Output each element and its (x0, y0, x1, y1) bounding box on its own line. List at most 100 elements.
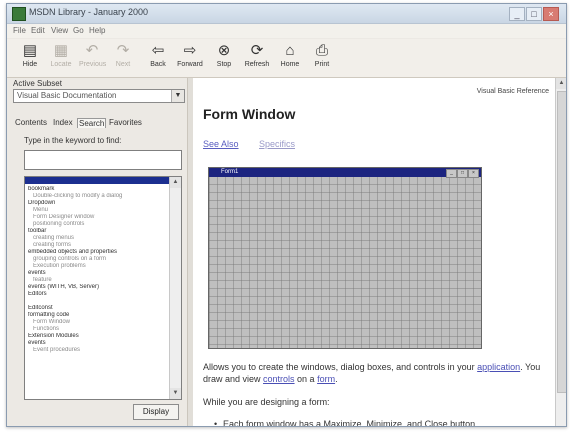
print-label: Print (314, 61, 330, 68)
list-item[interactable]: embedded objects and properties (28, 249, 168, 256)
menu-help[interactable]: Help (89, 26, 105, 35)
menu-file[interactable]: File (13, 26, 26, 35)
keyword-input[interactable] (24, 150, 182, 170)
navigation-pane: Active Subset Visual Basic Documentation… (7, 78, 187, 426)
selected-index-entry[interactable] (25, 177, 169, 184)
list-item[interactable]: Event procedures (28, 347, 168, 354)
topic-header: Visual Basic Reference (476, 88, 549, 95)
scroll-thumb[interactable] (557, 91, 566, 393)
index-list[interactable]: bookmark Double-clicking to modify a dial… (24, 176, 182, 400)
menu-go[interactable]: Go (73, 26, 84, 35)
print-icon: ⎙ (315, 42, 328, 59)
maximize-button[interactable]: □ (526, 7, 542, 21)
topic-pane: Visual Basic Reference Form Window See A… (193, 78, 555, 426)
para1-text-4: . (335, 374, 338, 384)
back-icon: ⇦ (151, 42, 165, 59)
back-button[interactable]: ⇦ Back (145, 42, 171, 74)
see-also-link[interactable]: See Also (203, 139, 239, 149)
previous-icon: ↶ (85, 42, 99, 59)
active-subset-value: Visual Basic Documentation (17, 91, 117, 100)
menu-edit[interactable]: Edit (31, 26, 45, 35)
list-item[interactable]: toolbar (28, 228, 168, 235)
stop-button[interactable]: ⊗ Stop (211, 42, 237, 74)
scroll-up-icon[interactable]: ▲ (170, 177, 181, 188)
refresh-label: Refresh (244, 61, 270, 68)
list-item[interactable]: positioning controls (28, 221, 168, 228)
application-link[interactable]: application (477, 362, 520, 372)
forward-icon: ⇨ (183, 42, 197, 59)
list-item[interactable]: Double-clicking to modify a dialog (28, 193, 168, 200)
forward-button[interactable]: ⇨ Forward (177, 42, 203, 74)
list-item[interactable]: formatting code (28, 312, 168, 319)
list-item[interactable]: bookmark (28, 186, 168, 193)
form-minimize-icon: _ (446, 169, 457, 178)
para1-text-1: Allows you to create the windows, dialog… (203, 362, 478, 372)
next-icon: ↷ (116, 42, 130, 59)
display-button[interactable]: Display (133, 404, 179, 420)
para1-text-3: on a (294, 374, 318, 384)
back-label: Back (150, 61, 166, 68)
list-item[interactable]: grouping controls on a form (28, 256, 168, 263)
list-item[interactable]: feature (28, 277, 168, 284)
stop-label: Stop (216, 61, 232, 68)
scroll-down-icon[interactable]: ▼ (170, 388, 181, 399)
hide-icon: ▤ (22, 42, 38, 59)
list-item[interactable]: Dropdown (28, 200, 168, 207)
topic-paragraph-2: While you are designing a form: (203, 397, 330, 407)
topic-scrollbar[interactable]: ▲ (555, 78, 566, 426)
tab-contents[interactable]: Contents (15, 118, 47, 127)
list-item[interactable] (28, 298, 168, 305)
list-item[interactable]: Form Designer window (28, 214, 168, 221)
locate-button[interactable]: ▦ Locate (48, 42, 74, 74)
close-button[interactable]: × (543, 7, 559, 21)
list-item[interactable]: Form Window (28, 319, 168, 326)
topic-paragraph-1: Allows you to create the windows, dialog… (203, 361, 545, 385)
list-item[interactable]: Editors (28, 291, 168, 298)
tab-search[interactable]: Search (77, 118, 107, 128)
form-link[interactable]: form (317, 374, 335, 384)
toolbar: ▤ Hide ▦ Locate ↶ Previous ↷ Next ⇦ Back… (7, 39, 566, 78)
list-item[interactable]: creating menus (28, 235, 168, 242)
form-title-bar: Form1 _ □ × (209, 168, 481, 178)
list-item[interactable]: events (28, 270, 168, 277)
index-entries: bookmark Double-clicking to modify a dial… (28, 186, 168, 354)
specifics-link[interactable]: Specifics (259, 139, 295, 149)
window-title: MSDN Library - January 2000 (29, 7, 149, 17)
index-scrollbar[interactable]: ▲ ▼ (169, 177, 181, 399)
menu-view[interactable]: View (51, 26, 68, 35)
list-item[interactable]: creating forms (28, 242, 168, 249)
locate-label: Locate (50, 61, 72, 68)
list-item[interactable]: events (WITH, VB, Server) (28, 284, 168, 291)
form-caption: Form1 (221, 169, 239, 175)
list-item[interactable]: events (28, 340, 168, 347)
list-item[interactable]: Editconst (28, 305, 168, 312)
refresh-button[interactable]: ⟳ Refresh (244, 42, 270, 74)
list-item[interactable]: Extension Modules (28, 333, 168, 340)
refresh-icon: ⟳ (250, 42, 264, 59)
form-window-illustration: Form1 _ □ × (208, 167, 482, 349)
msdn-library-window: MSDN Library - January 2000 _ □ × File E… (6, 3, 567, 427)
minimize-button[interactable]: _ (509, 7, 525, 21)
topic-bullet-1: Each form window has a Maximize, Minimiz… (214, 418, 543, 426)
home-label: Home (280, 61, 300, 68)
hide-button[interactable]: ▤ Hide (17, 42, 43, 74)
list-item[interactable]: Menu (28, 207, 168, 214)
previous-button[interactable]: ↶ Previous (79, 42, 106, 74)
home-button[interactable]: ⌂ Home (277, 42, 303, 74)
scroll-up-icon[interactable]: ▲ (556, 78, 566, 89)
tab-index[interactable]: Index (53, 118, 73, 127)
home-icon: ⌂ (285, 42, 295, 59)
form-close-icon: × (468, 169, 479, 178)
next-button[interactable]: ↷ Next (110, 42, 136, 74)
title-bar: MSDN Library - January 2000 _ □ × (7, 4, 566, 24)
print-button[interactable]: ⎙ Print (309, 42, 335, 74)
controls-link[interactable]: controls (263, 374, 295, 384)
tab-favorites[interactable]: Favorites (109, 118, 142, 127)
active-subset-dropdown[interactable]: Visual Basic Documentation ▼ (13, 89, 185, 103)
chevron-down-icon[interactable]: ▼ (171, 90, 184, 102)
list-item[interactable]: Execution problems (28, 263, 168, 270)
list-item[interactable]: Functions (28, 326, 168, 333)
locate-icon: ▦ (53, 42, 69, 59)
stop-icon: ⊗ (217, 42, 231, 59)
form-maximize-icon: □ (457, 169, 468, 178)
